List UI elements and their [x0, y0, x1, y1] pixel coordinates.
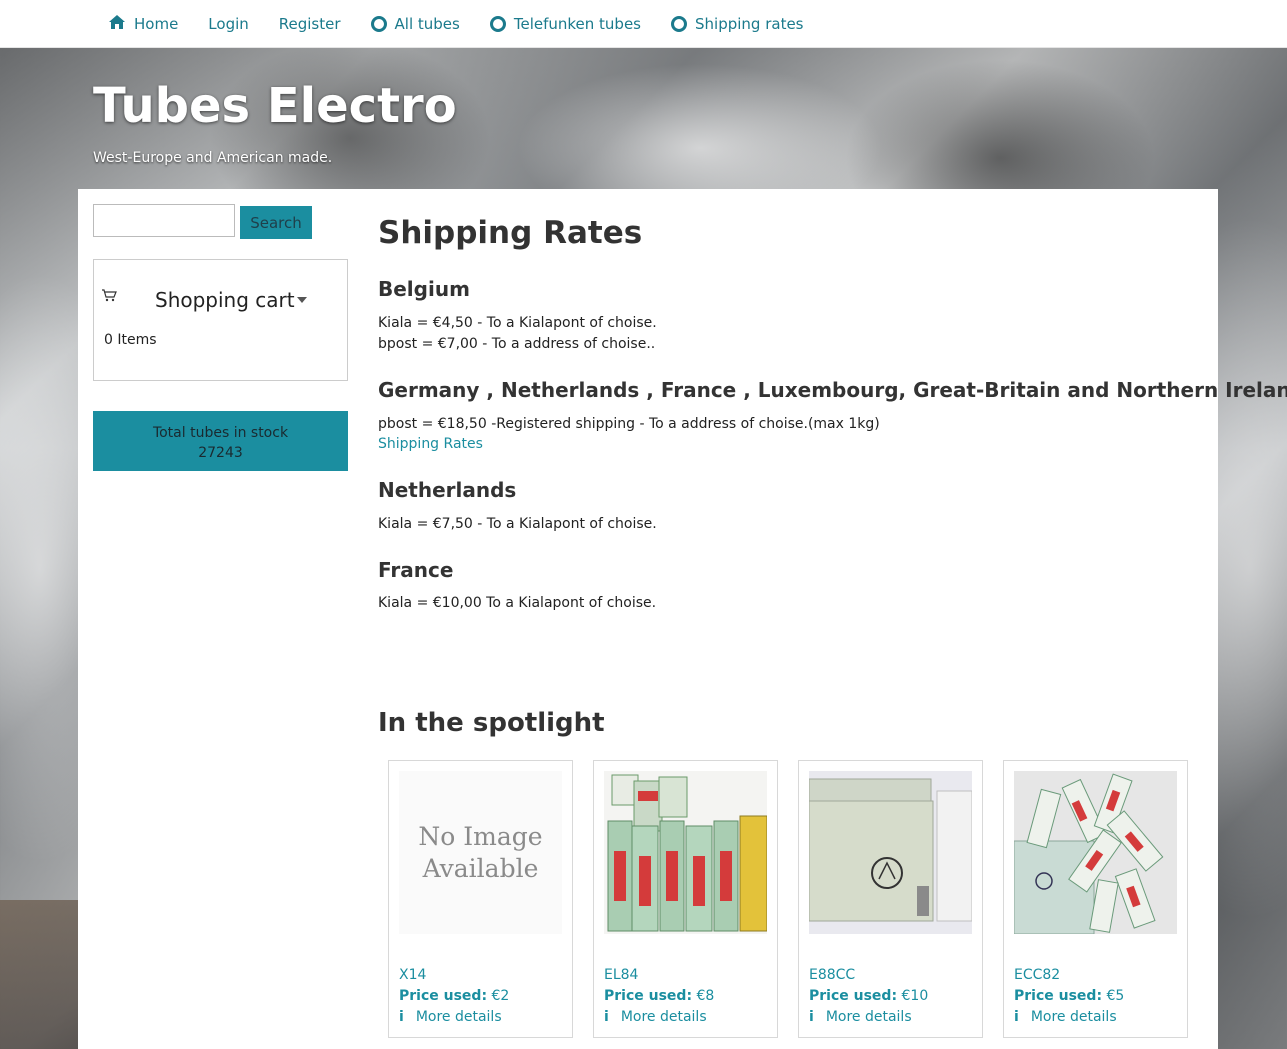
circle-icon	[489, 16, 506, 32]
nav-label-login: Login	[208, 15, 249, 33]
circle-icon	[370, 16, 387, 32]
product-image-placeholder[interactable]: No Image Available	[399, 771, 562, 934]
product-price: Price used: €2	[399, 988, 510, 1004]
more-details-link[interactable]: i More details	[1014, 1009, 1117, 1025]
page-title: Shipping Rates	[378, 215, 643, 251]
stock-count: 27243	[198, 445, 243, 461]
spotlight-title: In the spotlight	[378, 708, 605, 738]
product-name[interactable]: X14	[399, 967, 426, 983]
product-card: EL84 Price used: €8 i More details	[593, 760, 778, 1038]
site-title[interactable]: Tubes Electro	[93, 78, 457, 134]
search-button[interactable]: Search	[240, 206, 312, 239]
product-card: ECC82 Price used: €5 i More details	[1003, 760, 1188, 1038]
no-image-text: No Image Available	[418, 821, 543, 883]
product-card: E88CC Price used: €10 i More details	[798, 760, 983, 1038]
info-icon: i	[399, 1009, 404, 1025]
nav-item-shipping-rates[interactable]: Shipping rates	[671, 14, 804, 34]
stock-total-box: Total tubes in stock 27243	[93, 411, 348, 471]
info-icon: i	[1014, 1009, 1019, 1025]
main-panel: Search Shopping cart 0 Items Total tubes…	[78, 189, 1287, 1049]
search-input[interactable]	[93, 204, 235, 237]
chevron-down-icon[interactable]	[297, 297, 307, 303]
product-name[interactable]: ECC82	[1014, 967, 1060, 983]
shopping-cart-box: Shopping cart 0 Items	[93, 259, 348, 381]
cart-item-count: 0 Items	[104, 332, 157, 348]
section-heading-france: France	[378, 558, 454, 582]
nav-item-home[interactable]: Home	[108, 14, 178, 34]
rate-line: Kiala = €4,50 - To a Kialapont of choise…	[378, 315, 657, 331]
nav-label-home: Home	[134, 15, 179, 33]
product-image[interactable]	[604, 771, 767, 934]
site-tagline: West-Europe and American made.	[93, 150, 333, 166]
more-details-link[interactable]: i More details	[809, 1009, 912, 1025]
rate-line: Kiala = €7,50 - To a Kialapont of choise…	[378, 516, 657, 532]
nav-label-register: Register	[278, 15, 341, 33]
section-heading-europe: Germany , Netherlands , France , Luxembo…	[378, 378, 1287, 402]
shipping-rates-link[interactable]: Shipping Rates	[378, 436, 483, 452]
nav-label-all-tubes: All tubes	[394, 15, 460, 33]
top-navigation: Home Login Register All tubes Telefunken…	[0, 0, 1287, 48]
circle-icon	[671, 16, 688, 32]
section-heading-netherlands: Netherlands	[378, 478, 517, 502]
more-details-link[interactable]: i More details	[399, 1009, 502, 1025]
rate-line: bpost = €7,00 - To a address of choise..	[378, 336, 656, 352]
rate-line: Kiala = €10,00 To a Kialapont of choise.	[378, 595, 657, 611]
cart-icon[interactable]	[101, 287, 117, 302]
nav-label-shipping-rates: Shipping rates	[695, 15, 804, 33]
product-price: Price used: €10	[809, 988, 929, 1004]
more-details-link[interactable]: i More details	[604, 1009, 707, 1025]
info-icon: i	[809, 1009, 814, 1025]
product-image[interactable]	[1014, 771, 1177, 934]
shopping-cart-title[interactable]: Shopping cart	[155, 288, 295, 312]
info-icon: i	[604, 1009, 609, 1025]
nav-item-login[interactable]: Login	[208, 14, 248, 34]
product-name[interactable]: E88CC	[809, 967, 855, 983]
section-heading-belgium: Belgium	[378, 277, 470, 301]
home-icon	[108, 14, 126, 34]
nav-item-all-tubes[interactable]: All tubes	[370, 14, 460, 34]
background-detail	[0, 900, 78, 1049]
nav-item-register[interactable]: Register	[279, 14, 341, 34]
product-image[interactable]	[809, 771, 972, 934]
product-name[interactable]: EL84	[604, 967, 638, 983]
stock-label: Total tubes in stock	[152, 425, 289, 441]
product-card: No Image Available X14 Price used: €2 iM…	[388, 760, 573, 1038]
product-price: Price used: €5	[1014, 988, 1125, 1004]
product-price: Price used: €8	[604, 988, 715, 1004]
nav-label-telefunken-tubes: Telefunken tubes	[513, 15, 642, 33]
nav-item-telefunken-tubes[interactable]: Telefunken tubes	[489, 14, 642, 34]
rate-line: pbost = €18,50 -Registered shipping - To…	[378, 416, 880, 432]
